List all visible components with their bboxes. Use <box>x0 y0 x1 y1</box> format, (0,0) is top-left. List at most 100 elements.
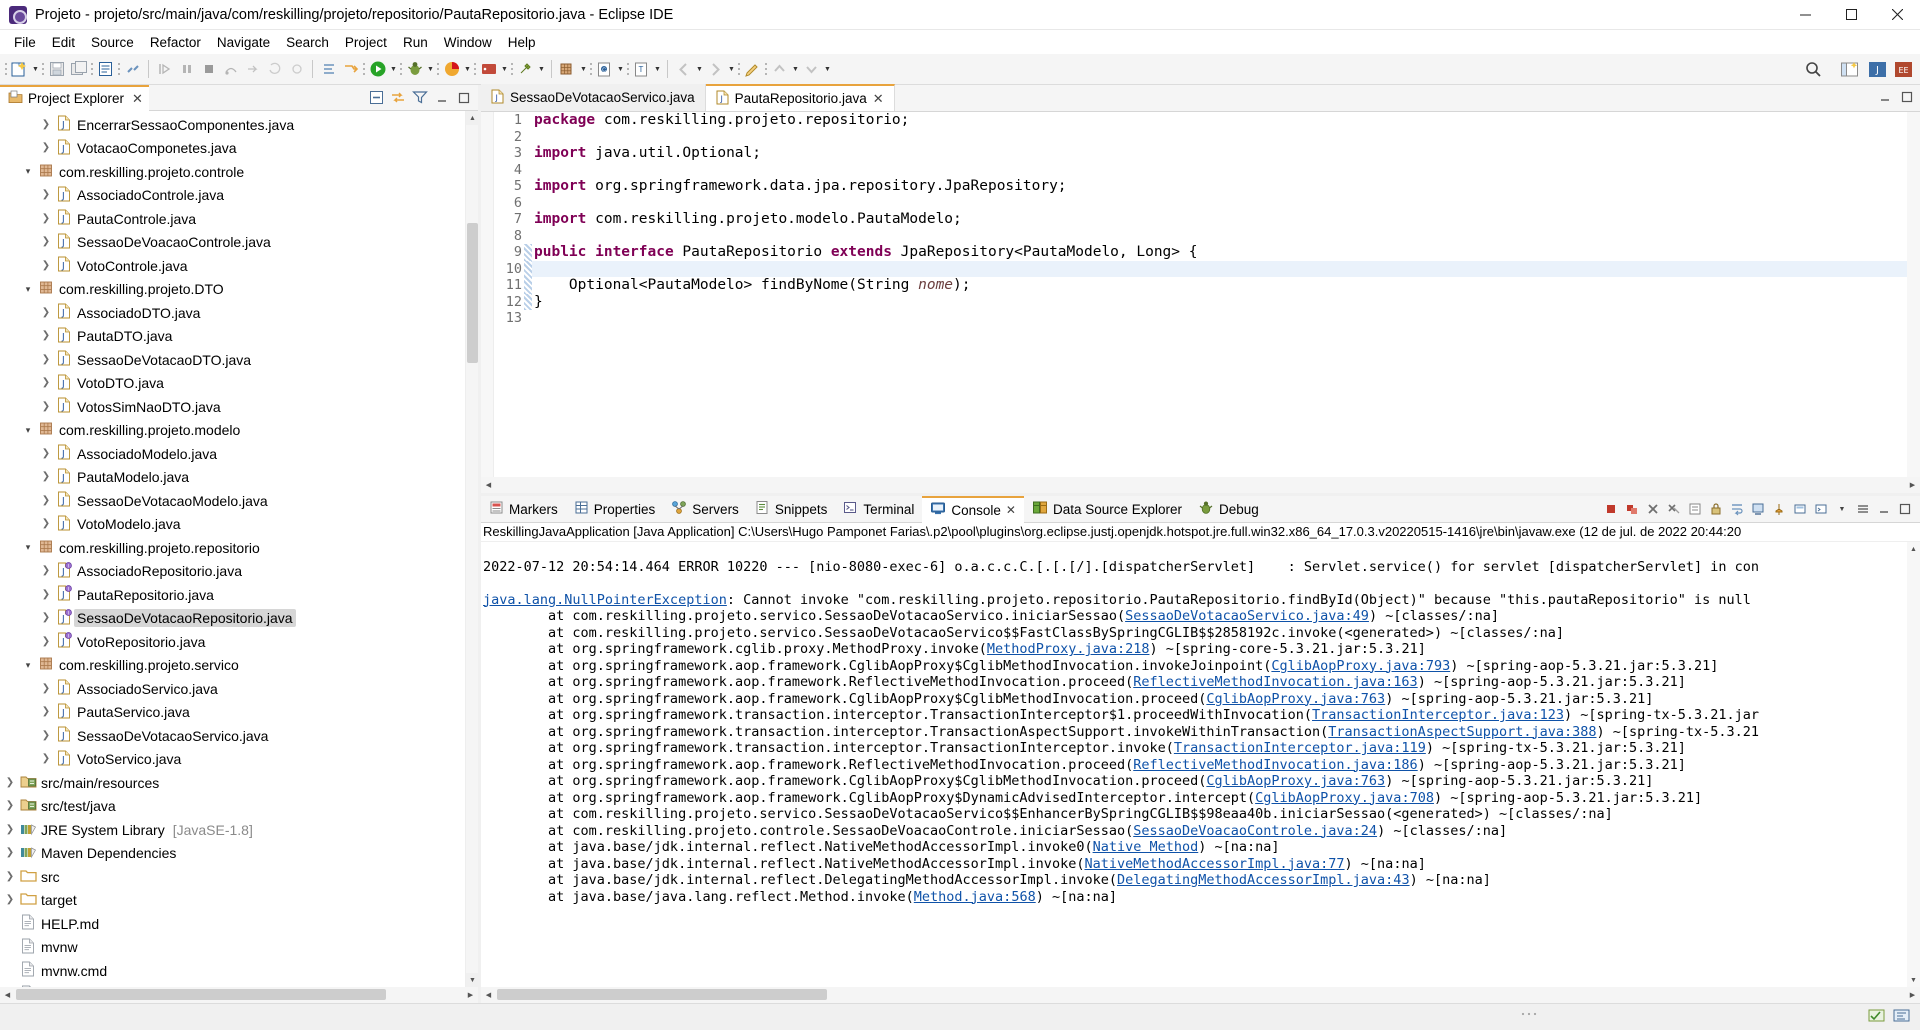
project-tree-horizontal-scrollbar[interactable]: ◀ ▶ <box>0 987 478 1003</box>
tree-item[interactable]: ❯ J VotoControle.java <box>0 254 465 278</box>
code-line[interactable]: Optional<PautaModelo> findByNome(String … <box>532 277 1907 294</box>
chevron-right-icon[interactable]: ❯ <box>2 824 18 835</box>
chevron-right-icon[interactable]: ❯ <box>38 472 54 482</box>
new-java-class-icon[interactable] <box>95 59 116 80</box>
stacktrace-link[interactable]: NativeMethodAccessorImpl.java:77 <box>1084 856 1344 872</box>
minimize-icon[interactable] <box>1875 500 1893 518</box>
terminate-icon[interactable] <box>198 59 219 80</box>
chevron-right-icon[interactable]: ❯ <box>38 754 54 764</box>
stacktrace-link[interactable]: Method.java:568 <box>914 889 1036 905</box>
chevron-right-icon[interactable]: ❯ <box>38 613 54 623</box>
tree-item[interactable]: ❯ J AssociadoDTO.java <box>0 301 465 325</box>
scroll-up-icon[interactable]: ▲ <box>1907 542 1920 556</box>
maximize-button[interactable] <box>1828 0 1874 30</box>
stacktrace-link[interactable]: SessaoDeVoacaoControle.java:24 <box>1133 823 1377 839</box>
step-over-icon[interactable] <box>220 59 241 80</box>
terminate-icon[interactable] <box>1602 500 1620 518</box>
chevron-right-icon[interactable]: ❯ <box>38 707 54 717</box>
tree-item[interactable]: mvnw <box>0 936 465 960</box>
menu-search[interactable]: Search <box>278 33 337 52</box>
scroll-right-icon[interactable]: ▶ <box>1905 477 1920 493</box>
chevron-down-icon[interactable]: ▾ <box>20 167 36 176</box>
java-perspective-icon[interactable]: J <box>1867 59 1888 80</box>
run-icon[interactable] <box>367 59 388 80</box>
step-into-icon[interactable] <box>154 59 175 80</box>
tree-item[interactable]: ❯ J PautaDTO.java <box>0 325 465 349</box>
chevron-right-icon[interactable]: ❯ <box>38 260 54 271</box>
menu-help[interactable]: Help <box>500 33 544 52</box>
chevron-down-icon[interactable]: ▾ <box>20 425 36 435</box>
code-line[interactable]: import java.util.Optional; <box>532 145 1907 162</box>
stacktrace-link[interactable]: TransactionAspectSupport.java:388 <box>1328 724 1596 740</box>
stacktrace-link[interactable]: MethodProxy.java:218 <box>987 641 1150 657</box>
code-line[interactable]: } <box>532 294 1907 311</box>
maximize-icon[interactable] <box>456 90 472 106</box>
chevron-right-icon[interactable]: ❯ <box>38 683 54 694</box>
chevron-right-icon[interactable]: ❯ <box>38 237 54 247</box>
editor-glyph-ruler[interactable] <box>524 112 532 477</box>
tree-item[interactable]: ❯ src <box>0 865 465 889</box>
back-dropdown-icon[interactable]: ▼ <box>695 59 704 80</box>
menu-navigate[interactable]: Navigate <box>209 33 278 52</box>
chevron-right-icon[interactable]: ❯ <box>38 566 54 576</box>
link-with-editor-icon[interactable] <box>390 90 406 106</box>
stacktrace-link[interactable]: CglibAopProxy.java:763 <box>1206 773 1385 789</box>
tree-item[interactable]: ❯ J VotosSimNaoDTO.java <box>0 395 465 419</box>
menu-file[interactable]: File <box>6 33 44 52</box>
chevron-right-icon[interactable]: ❯ <box>38 307 54 318</box>
menu-edit[interactable]: Edit <box>44 33 83 52</box>
menu-project[interactable]: Project <box>337 33 395 52</box>
terminate-all-icon[interactable] <box>1623 500 1641 518</box>
tab-servers[interactable]: Servers <box>663 496 747 523</box>
new-class-dropdown-icon[interactable]: ▼ <box>616 59 625 80</box>
back-icon[interactable] <box>673 59 694 80</box>
tree-item[interactable]: ❯ J VotoServico.java <box>0 748 465 772</box>
next-annotation-icon[interactable] <box>801 59 822 80</box>
tree-item[interactable]: ❯ J VotoDTO.java <box>0 372 465 396</box>
tree-item[interactable]: ❯ J I SessaoDeVotacaoRepositorio.java <box>0 607 465 631</box>
chevron-down-icon[interactable]: ▾ <box>20 660 36 670</box>
stacktrace-link[interactable]: ReflectiveMethodInvocation.java:163 <box>1133 674 1417 690</box>
coverage-icon[interactable] <box>441 59 462 80</box>
editor-tab-sessaodevotacaoservico[interactable]: J SessaoDeVotacaoServico.java <box>481 84 706 111</box>
stacktrace-link[interactable]: java.lang.NullPointerException <box>483 592 727 608</box>
menu-source[interactable]: Source <box>83 33 142 52</box>
stacktrace-link[interactable]: SessaoDeVotacaoServico.java:49 <box>1125 608 1369 624</box>
step-return-icon[interactable] <box>242 59 263 80</box>
code-line[interactable]: package com.reskilling.projeto.repositor… <box>532 112 1907 129</box>
tree-item[interactable]: ❯ J VotoModelo.java <box>0 513 465 537</box>
new-package-icon[interactable] <box>557 59 578 80</box>
remove-all-terminated-icon[interactable] <box>1665 500 1683 518</box>
code-editor[interactable]: package com.reskilling.projeto.repositor… <box>532 112 1907 477</box>
tree-item[interactable]: ❯ J EncerrarSessaoComponentes.java <box>0 113 465 137</box>
chevron-down-icon[interactable]: ▾ <box>20 284 36 294</box>
close-icon[interactable]: ✕ <box>1006 503 1016 517</box>
tree-item[interactable]: ❯ J AssociadoControle.java <box>0 184 465 208</box>
chevron-right-icon[interactable]: ❯ <box>38 143 54 153</box>
code-line[interactable]: import org.springframework.data.jpa.repo… <box>532 178 1907 195</box>
link-icon[interactable] <box>122 59 143 80</box>
coverage-dropdown-icon[interactable]: ▼ <box>463 59 472 80</box>
menu-window[interactable]: Window <box>436 33 500 52</box>
tree-item[interactable]: ▾ com.reskilling.projeto.modelo <box>0 419 465 443</box>
external-tools-icon[interactable] <box>515 59 536 80</box>
stacktrace-link[interactable]: TransactionInterceptor.java:123 <box>1312 707 1564 723</box>
code-line[interactable] <box>532 129 1907 146</box>
chevron-right-icon[interactable]: ❯ <box>38 730 54 741</box>
scrollbar-thumb[interactable] <box>467 223 478 363</box>
tree-item[interactable]: ▾ com.reskilling.projeto.servico <box>0 654 465 678</box>
scroll-left-icon[interactable]: ◀ <box>481 477 496 493</box>
open-task-icon[interactable] <box>340 59 361 80</box>
java-ee-perspective-icon[interactable]: EE <box>1893 59 1914 80</box>
chevron-right-icon[interactable]: ❯ <box>38 119 54 130</box>
code-line[interactable] <box>532 260 1907 277</box>
maximize-icon[interactable] <box>1896 500 1914 518</box>
menu-run[interactable]: Run <box>395 33 436 52</box>
tab-debug[interactable]: Debug <box>1190 496 1267 523</box>
tree-item[interactable]: ❯ J PautaControle.java <box>0 207 465 231</box>
chevron-right-icon[interactable]: ❯ <box>38 354 54 365</box>
chevron-right-icon[interactable]: ❯ <box>2 801 18 811</box>
tree-item[interactable]: ❯ J I PautaRepositorio.java <box>0 583 465 607</box>
chevron-right-icon[interactable]: ❯ <box>38 190 54 200</box>
stacktrace-link[interactable]: TransactionInterceptor.java:119 <box>1174 740 1426 756</box>
